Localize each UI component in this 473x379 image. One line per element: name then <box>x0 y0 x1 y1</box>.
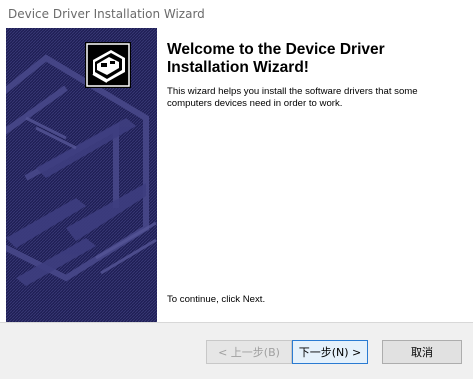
side-panel-graphic <box>6 28 157 322</box>
window-title: Device Driver Installation Wizard <box>8 7 205 21</box>
title-bar[interactable]: Device Driver Installation Wizard <box>0 0 473 28</box>
button-area-divider <box>0 322 473 323</box>
cancel-button[interactable]: 取消 <box>382 340 462 364</box>
back-button[interactable]: < 上一步(B) <box>206 340 292 364</box>
hardware-card-icon <box>85 42 131 88</box>
welcome-description: This wizard helps you install the softwa… <box>167 86 418 109</box>
welcome-heading: Welcome to the Device Driver Installatio… <box>167 41 385 76</box>
side-panel-art <box>6 28 157 322</box>
continue-instruction: To continue, click Next. <box>167 294 266 305</box>
wizard-window: Device Driver Installation Wizard Welcom… <box>0 0 473 379</box>
next-button[interactable]: 下一步(N) > <box>292 340 368 364</box>
wizard-content: Welcome to the Device Driver Installatio… <box>0 28 473 322</box>
